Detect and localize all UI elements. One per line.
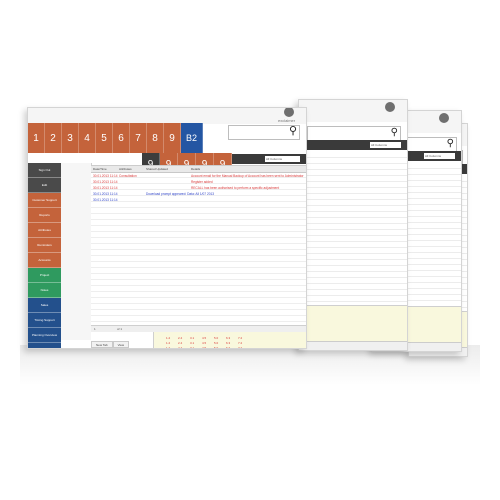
note-mark: 3.1 — [190, 346, 195, 349]
note-mark: 3.1 — [190, 341, 195, 345]
sidebar-item[interactable]: Sales — [28, 298, 61, 313]
filter-select[interactable]: All Columns — [265, 156, 300, 162]
note-mark: 5.0 — [214, 336, 219, 340]
note-mark: 2.4 — [178, 346, 183, 349]
note-mark: 1.2 — [166, 336, 171, 340]
filter-select[interactable]: All Columns — [370, 142, 401, 148]
bottom-tabs: New Tab View — [91, 341, 130, 348]
notes-panel: 1.2 1.2 1.2 2.4 2.4 2.4 3.1 3.1 3.1 4.5 4.5 4.5 5.0 5… — [153, 332, 306, 348]
note-mark: 4.5 — [202, 346, 207, 349]
number-tile[interactable]: 9 — [164, 123, 181, 153]
search-icon[interactable]: ⚲ — [447, 139, 454, 149]
number-tile[interactable]: 8 — [147, 123, 164, 153]
filter-select[interactable]: All Columns — [424, 153, 455, 159]
window-topbar: exclaimer — [28, 108, 306, 124]
sidebar-item[interactable]: Attributes — [28, 223, 61, 238]
row-detail: Download prompt appeared: Data: All 1/07… — [146, 192, 215, 196]
column-header[interactable]: Date/Time — [93, 167, 107, 171]
app-window-front: exclaimer 1 2 3 4 5 6 7 8 9 B2 ⚲ All Columns 9999… — [27, 107, 307, 349]
column-header[interactable]: Attributes — [119, 167, 132, 171]
search-icon[interactable]: ⚲ — [391, 128, 398, 138]
row-date: 30.01.2013 11:14 — [93, 180, 118, 184]
number-tile[interactable]: 6 — [113, 123, 130, 153]
sidebar-item[interactable]: Customer Support — [28, 193, 61, 208]
search-input[interactable]: ⚲ — [307, 126, 401, 141]
row-date: 30.01.2013 11:14 — [93, 198, 118, 202]
table-header: Date/Time Attributes Shared Updated Details — [91, 166, 306, 173]
note-mark: 2.4 — [178, 341, 183, 345]
records-table: Date/Time Attributes Shared Updated Details… — [91, 165, 306, 326]
note-mark: 7.2 — [238, 341, 243, 345]
screenshot-stage: ⚲ All Columns ⚲ All Columns ⚲ All Column… — [0, 0, 500, 500]
note-mark: 7.2 — [238, 336, 243, 340]
sidebar-item[interactable]: Reports — [28, 208, 61, 223]
row-detail: RECALL has been authorised to perform a … — [191, 186, 280, 190]
sidebar-item[interactable]: Accounts — [28, 253, 61, 268]
app-window-back-1: ⚲ All Columns — [298, 99, 408, 351]
sidebar-item[interactable]: Reminders — [28, 238, 61, 253]
notes-panel — [299, 305, 407, 342]
sidebar-item[interactable]: Sign Out — [28, 163, 61, 178]
window-topbar — [299, 100, 407, 122]
pager-page[interactable]: 1 — [94, 327, 96, 331]
logo-text: exclaimer — [278, 118, 296, 123]
number-tile[interactable]: 3 — [62, 123, 79, 153]
note-mark: 1.2 — [166, 341, 171, 345]
note-mark: 1.2 — [166, 346, 171, 349]
number-tile[interactable]: 2 — [45, 123, 62, 153]
logo — [381, 102, 399, 120]
note-mark: 7.2 — [238, 346, 243, 349]
row-date: 30.01.2013 11:14 — [93, 186, 118, 190]
note-mark: 3.1 — [190, 336, 195, 340]
number-tile[interactable]: 4 — [79, 123, 96, 153]
sidebar-item[interactable]: Edit — [28, 178, 61, 193]
logo-mark-icon — [284, 108, 294, 117]
note-mark: 2.4 — [178, 336, 183, 340]
record-grid — [299, 152, 407, 306]
status-bar — [299, 341, 407, 350]
column-header[interactable]: Shared Updated — [146, 167, 168, 171]
note-mark: 6.3 — [226, 336, 231, 340]
sidebar-item[interactable]: Notes — [28, 283, 61, 298]
row-date: 30.01.2013 11:14 — [93, 192, 118, 196]
number-tile[interactable]: 7 — [130, 123, 147, 153]
number-tile[interactable]: 5 — [96, 123, 113, 153]
note-mark: 6.3 — [226, 346, 231, 349]
search-icon[interactable]: ⚲ — [289, 126, 297, 137]
sidebar-item[interactable]: Our System Notes — [28, 343, 61, 348]
left-panel — [61, 163, 92, 340]
search-input[interactable]: ⚲ — [228, 125, 300, 140]
sidebar-item[interactable]: Timing Support — [28, 313, 61, 328]
row-detail: Register added — [191, 180, 213, 184]
pager-total: of 1 — [117, 327, 123, 331]
sidebar-item[interactable]: Project — [28, 268, 61, 283]
bottom-tab[interactable]: New Tab — [91, 341, 113, 348]
row-attribute: Consultation — [119, 174, 137, 178]
logo-mark-icon — [385, 102, 395, 112]
note-mark: 5.0 — [214, 346, 219, 349]
note-mark: 4.5 — [202, 336, 207, 340]
column-header[interactable]: Details — [191, 167, 200, 171]
bottom-tab[interactable]: View — [112, 341, 130, 348]
logo — [435, 113, 453, 131]
header-strip: All Columns — [299, 140, 407, 150]
number-tiles-row-1: 1 2 3 4 5 6 7 8 9 B2 — [28, 123, 203, 153]
logo: exclaimer — [278, 108, 298, 125]
logo-mark-icon — [439, 113, 449, 123]
sidebar-item[interactable]: Planning Overview — [28, 328, 61, 343]
note-mark: 5.0 — [214, 341, 219, 345]
row-date: 30.01.2013 11:14 — [93, 174, 118, 178]
number-tile[interactable]: B2 — [181, 123, 203, 153]
note-mark: 6.3 — [226, 341, 231, 345]
note-mark: 4.5 — [202, 341, 207, 345]
number-tile[interactable]: 1 — [28, 123, 45, 153]
row-detail: Account email for the Manual Backup of A… — [191, 174, 304, 178]
sidebar-nav: Sign Out Edit Customer Support Reports Attri… — [28, 163, 61, 348]
